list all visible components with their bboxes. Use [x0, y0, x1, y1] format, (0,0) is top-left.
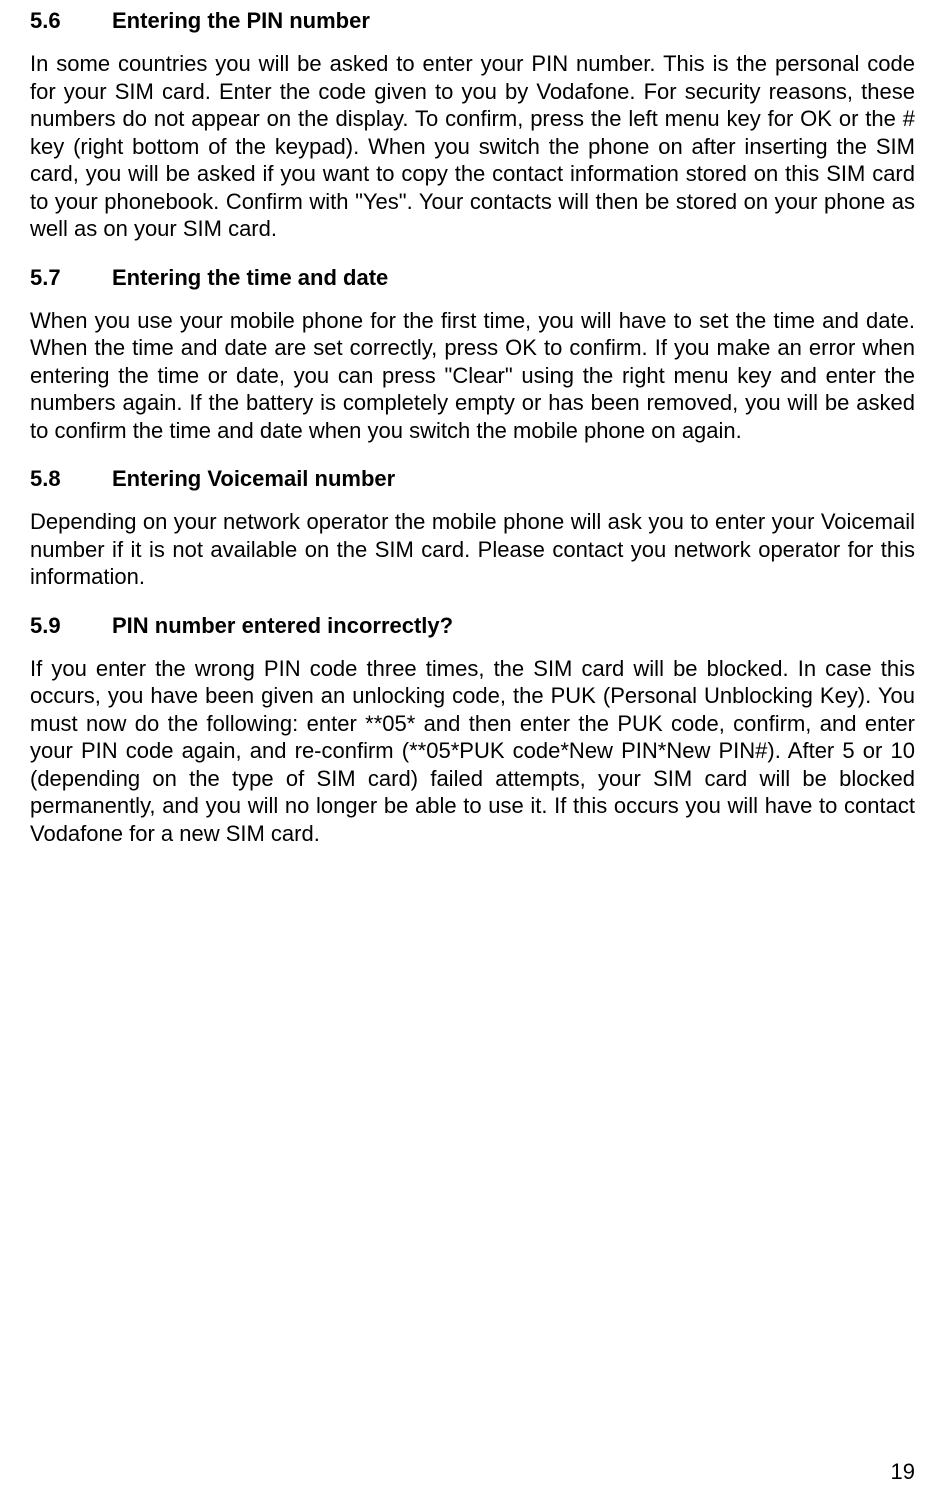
heading-5-8: 5.8 Entering Voicemail number	[30, 466, 915, 492]
section-5-6: 5.6 Entering the PIN number In some coun…	[30, 8, 915, 243]
heading-title: Entering Voicemail number	[112, 466, 395, 492]
heading-number: 5.8	[30, 466, 112, 492]
heading-title: PIN number entered incorrectly?	[112, 613, 453, 639]
heading-5-9: 5.9 PIN number entered incorrectly?	[30, 613, 915, 639]
section-5-9: 5.9 PIN number entered incorrectly? If y…	[30, 613, 915, 848]
heading-title: Entering the time and date	[112, 265, 388, 291]
heading-number: 5.7	[30, 265, 112, 291]
body-text-5-8: Depending on your network operator the m…	[30, 508, 915, 591]
body-text-5-9: If you enter the wrong PIN code three ti…	[30, 655, 915, 848]
heading-number: 5.6	[30, 8, 112, 34]
heading-number: 5.9	[30, 613, 112, 639]
body-text-5-6: In some countries you will be asked to e…	[30, 50, 915, 243]
heading-5-6: 5.6 Entering the PIN number	[30, 8, 915, 34]
section-5-7: 5.7 Entering the time and date When you …	[30, 265, 915, 445]
heading-5-7: 5.7 Entering the time and date	[30, 265, 915, 291]
heading-title: Entering the PIN number	[112, 8, 370, 34]
section-5-8: 5.8 Entering Voicemail number Depending …	[30, 466, 915, 591]
page-number: 19	[891, 1459, 915, 1485]
body-text-5-7: When you use your mobile phone for the f…	[30, 307, 915, 445]
